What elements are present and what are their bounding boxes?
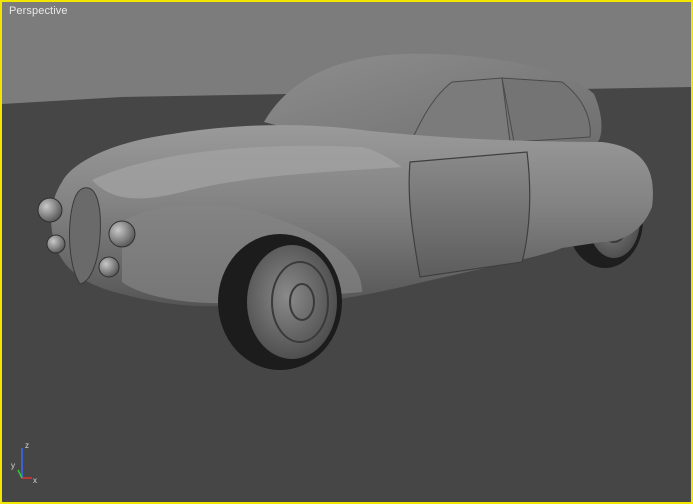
axis-gizmo: z y x: [11, 441, 37, 485]
x-axis-label: x: [33, 476, 37, 485]
viewport-label[interactable]: Perspective: [9, 5, 68, 17]
y-axis-label: y: [11, 461, 15, 470]
front-wheel: [218, 234, 342, 370]
headlight-left-lower: [46, 234, 66, 254]
perspective-viewport[interactable]: Perspective z y x: [0, 0, 693, 504]
car-door: [408, 151, 531, 278]
viewport-scene[interactable]: [2, 2, 691, 502]
headlight-right-lower: [98, 256, 120, 278]
headlight-left-upper: [37, 197, 63, 223]
z-axis-label: z: [25, 441, 29, 450]
headlight-right-upper: [108, 220, 136, 248]
